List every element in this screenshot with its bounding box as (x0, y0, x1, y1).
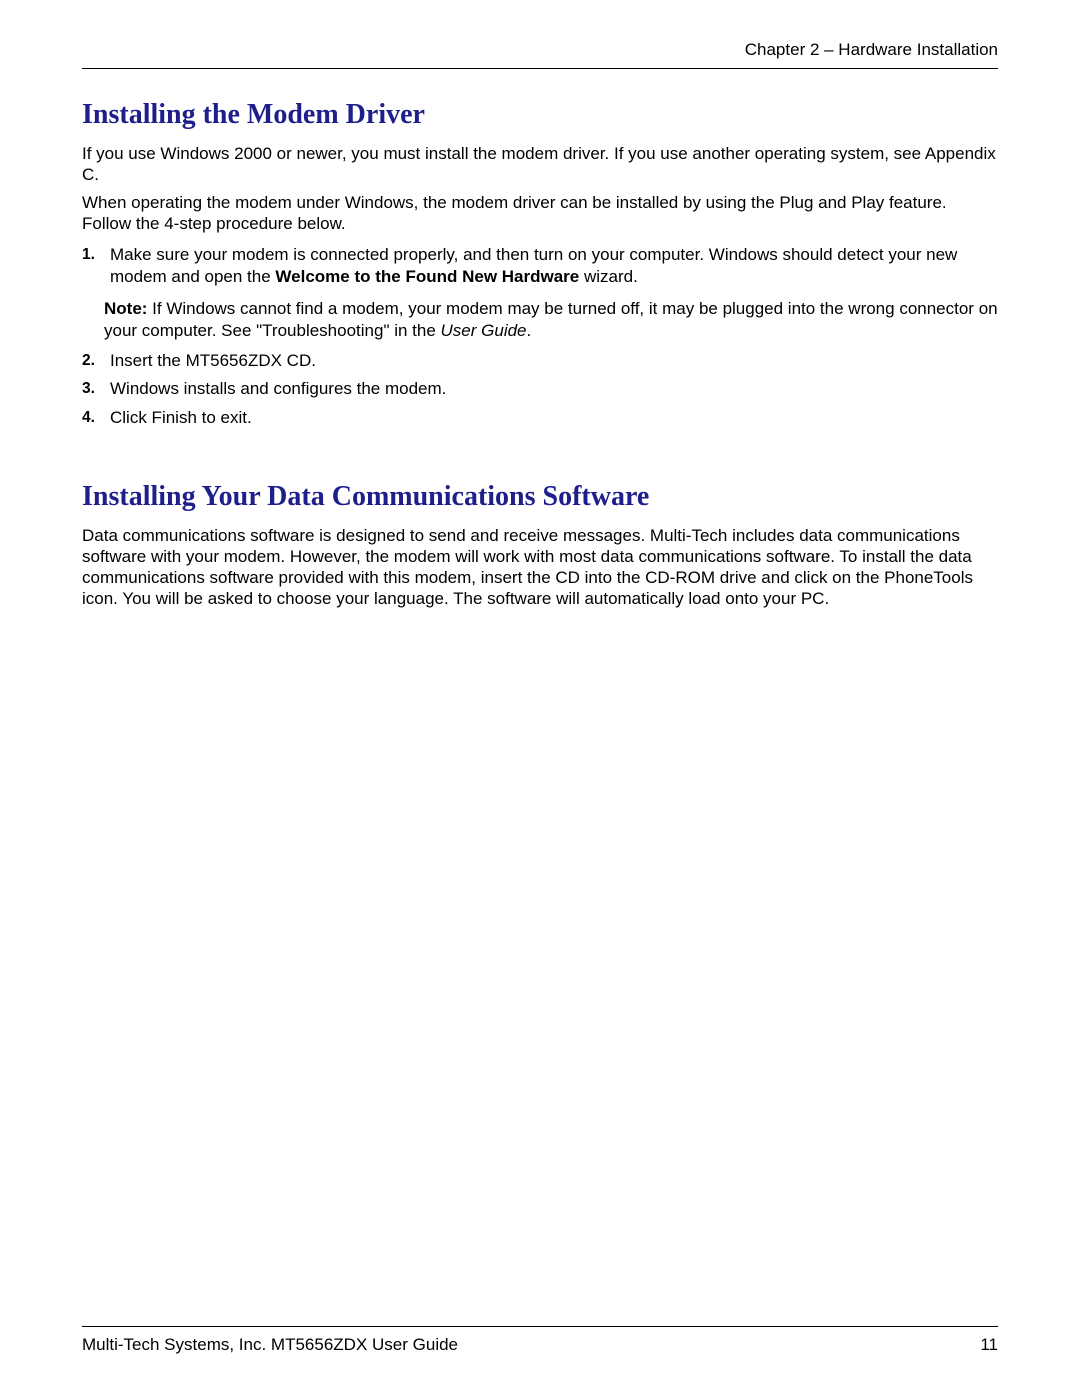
list-number: 3. (82, 378, 110, 400)
footer-page-number: 11 (980, 1335, 998, 1355)
list-item-2: 2. Insert the MT5656ZDX CD. (82, 350, 998, 372)
section2-para1: Data communications software is designed… (82, 525, 998, 610)
procedure-list-continued: 2. Insert the MT5656ZDX CD. 3. Windows i… (82, 350, 998, 428)
list-content: Make sure your modem is connected proper… (110, 244, 998, 288)
list-content: Click Finish to exit. (110, 407, 998, 429)
section-installing-modem-driver: Installing the Modem Driver If you use W… (82, 99, 998, 429)
list-item-1: 1. Make sure your modem is connected pro… (82, 244, 998, 288)
list-number: 4. (82, 407, 110, 429)
list-number: 1. (82, 244, 110, 288)
note-italic: User Guide (441, 321, 527, 340)
section1-para2: When operating the modem under Windows, … (82, 192, 998, 235)
list-item-1-text-after: wizard. (579, 267, 638, 286)
section-heading-1: Installing the Modem Driver (82, 99, 998, 131)
section1-para1: If you use Windows 2000 or newer, you mu… (82, 143, 998, 186)
note-text-after: . (527, 321, 532, 340)
list-content: Windows installs and configures the mode… (110, 378, 998, 400)
chapter-label: Chapter 2 – Hardware Installation (745, 40, 998, 59)
section-heading-2: Installing Your Data Communications Soft… (82, 481, 998, 513)
page-container: Chapter 2 – Hardware Installation Instal… (0, 0, 1080, 1397)
list-item-1-bold: Welcome to the Found New Hardware (275, 267, 579, 286)
list-item-4: 4. Click Finish to exit. (82, 407, 998, 429)
page-footer: Multi-Tech Systems, Inc. MT5656ZDX User … (82, 1326, 998, 1355)
note-label: Note: (104, 299, 147, 318)
page-header: Chapter 2 – Hardware Installation (82, 40, 998, 69)
list-item-3: 3. Windows installs and configures the m… (82, 378, 998, 400)
note-block: Note: If Windows cannot find a modem, yo… (104, 298, 998, 342)
procedure-list: 1. Make sure your modem is connected pro… (82, 244, 998, 288)
section-installing-software: Installing Your Data Communications Soft… (82, 481, 998, 610)
note-text-before: If Windows cannot find a modem, your mod… (104, 299, 998, 340)
footer-left: Multi-Tech Systems, Inc. MT5656ZDX User … (82, 1335, 458, 1355)
list-content: Insert the MT5656ZDX CD. (110, 350, 998, 372)
list-number: 2. (82, 350, 110, 372)
